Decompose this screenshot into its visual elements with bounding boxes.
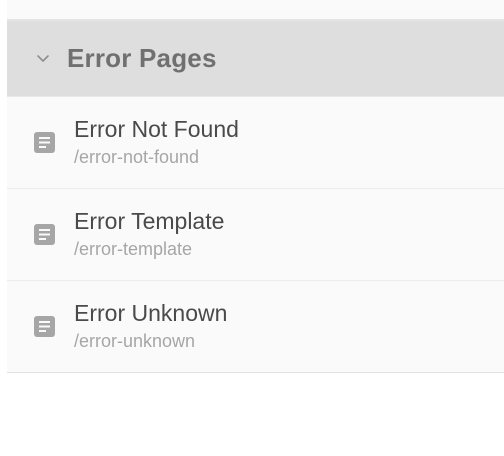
document-icon [34, 316, 55, 337]
page-tree-panel: Error Pages Error Not Found /error-not-f… [7, 0, 504, 373]
page-title: Error Template [74, 208, 225, 234]
page-path: /error-not-found [74, 147, 200, 167]
page-item[interactable]: Error Template /error-template [7, 189, 504, 281]
document-icon [34, 224, 55, 245]
page-title: Error Not Found [74, 116, 239, 142]
previous-item-clipped [7, 0, 504, 21]
page-path: /error-unknown [74, 331, 196, 351]
chevron-down-icon[interactable] [36, 52, 50, 66]
page-path: /error-template [74, 239, 193, 259]
document-icon [34, 132, 55, 153]
page-title: Error Unknown [74, 300, 228, 326]
page-item[interactable]: Error Unknown /error-unknown [7, 281, 504, 371]
group-header-error-pages[interactable]: Error Pages [7, 21, 504, 97]
group-title: Error Pages [67, 43, 217, 73]
page-item[interactable]: Error Not Found /error-not-found [7, 97, 504, 189]
